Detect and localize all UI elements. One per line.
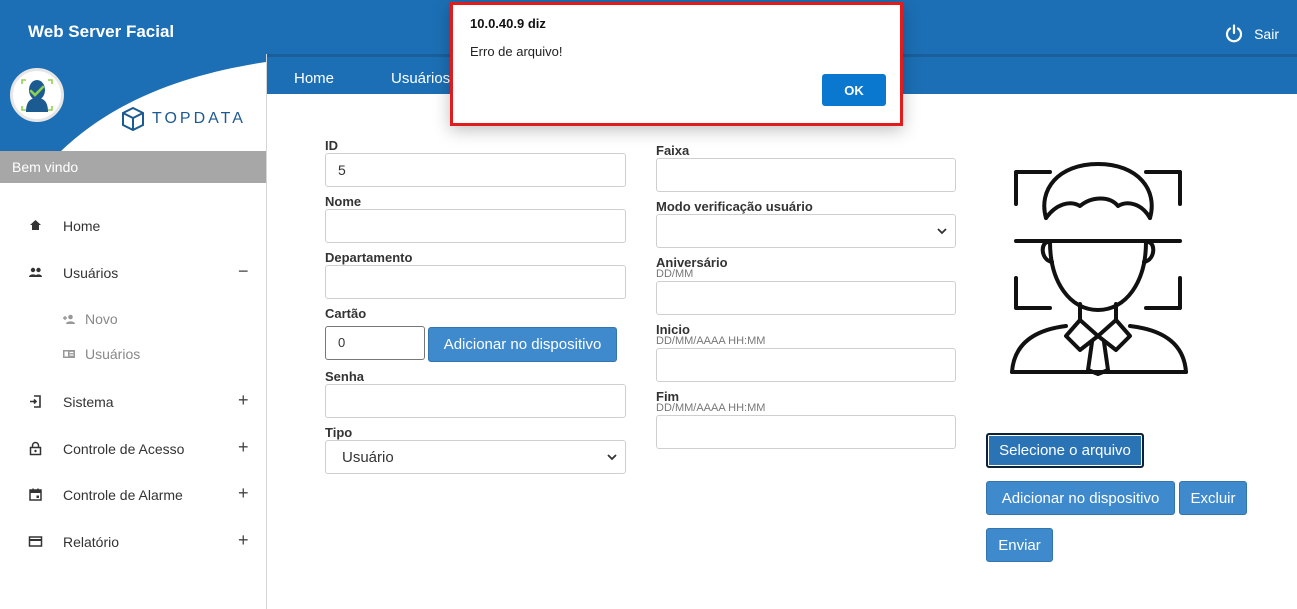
logout-button[interactable]: Sair <box>1224 24 1279 44</box>
departamento-field[interactable] <box>325 265 626 299</box>
brand-name: TOPDATA <box>152 110 246 127</box>
welcome-banner: Bem vindo <box>0 151 266 183</box>
cube-logo-icon <box>122 106 144 132</box>
sidebar-item-label: Home <box>63 218 101 234</box>
expand-icon[interactable]: + <box>238 437 249 458</box>
add-card-to-device-button[interactable]: Adicionar no dispositivo <box>428 327 617 362</box>
dialog-message: Erro de arquivo! <box>470 44 563 59</box>
users-icon <box>29 267 42 277</box>
sidebar-subitem-label: Novo <box>85 311 118 327</box>
sidebar-item-usuarios[interactable]: Usuários − <box>0 258 266 288</box>
expand-icon[interactable]: + <box>238 530 249 551</box>
user-avatar <box>10 68 64 122</box>
sidebar-item-relatorio[interactable]: Relatório + <box>0 527 266 557</box>
tipo-select[interactable]: Usuário <box>325 440 626 474</box>
sidebar-item-label: Sistema <box>63 394 114 410</box>
dialog-title: 10.0.40.9 diz <box>470 16 546 31</box>
tab-home[interactable]: Home <box>294 70 334 87</box>
logout-label: Sair <box>1254 26 1279 42</box>
faixa-label: Faixa <box>656 143 690 158</box>
sidebar-subitem-novo[interactable]: Novo <box>0 306 266 332</box>
sidebar-item-label: Controle de Alarme <box>63 487 183 503</box>
inicio-field[interactable] <box>656 348 956 382</box>
lock-icon <box>29 441 42 456</box>
login-icon <box>30 395 41 408</box>
home-icon <box>30 220 41 230</box>
sidebar-item-controle-acesso[interactable]: Controle de Acesso + <box>0 434 266 464</box>
tab-usuarios[interactable]: Usuários <box>391 70 450 87</box>
sidebar-subitem-label: Usuários <box>85 346 141 362</box>
sidebar-item-label: Relatório <box>63 534 120 550</box>
select-file-button[interactable]: Selecione o arquivo <box>986 433 1144 468</box>
expand-icon[interactable]: + <box>238 390 249 411</box>
aniversario-field[interactable] <box>656 281 956 315</box>
face-scan-icon <box>21 79 53 112</box>
chevron-down-icon <box>607 454 617 461</box>
inicio-hint: DD/MM/AAAA HH:MM <box>656 335 766 347</box>
tipo-selected-value: Usuário <box>342 449 394 466</box>
id-card-icon <box>63 350 75 358</box>
send-button[interactable]: Enviar <box>986 528 1053 562</box>
topdata-logo: TOPDATA <box>120 106 246 132</box>
modo-verificacao-select[interactable] <box>656 214 956 248</box>
alert-dialog: 10.0.40.9 diz Erro de arquivo! OK <box>450 2 903 126</box>
card-icon <box>28 536 43 547</box>
senha-field[interactable] <box>325 384 626 418</box>
app-title: Web Server Facial <box>28 22 175 41</box>
aniversario-hint: DD/MM <box>656 268 694 280</box>
delete-photo-button[interactable]: Excluir <box>1179 481 1247 515</box>
id-field[interactable]: 5 <box>325 153 626 187</box>
cartao-label: Cartão <box>325 306 367 321</box>
sidebar-item-home[interactable]: Home <box>0 211 266 241</box>
nome-field[interactable] <box>325 209 626 243</box>
sidebar-brand: TOPDATA <box>0 54 266 152</box>
add-photo-to-device-button[interactable]: Adicionar no dispositivo <box>986 481 1175 515</box>
collapse-icon[interactable]: − <box>238 261 249 282</box>
fim-hint: DD/MM/AAAA HH:MM <box>656 402 766 414</box>
chevron-down-icon <box>937 228 947 235</box>
sidebar-item-sistema[interactable]: Sistema + <box>0 387 266 417</box>
sidebar-item-controle-alarme[interactable]: Controle de Alarme + <box>0 480 266 510</box>
sidebar-subitem-usuarios[interactable]: Usuários <box>0 341 266 367</box>
expand-icon[interactable]: + <box>238 483 249 504</box>
power-icon <box>1226 24 1243 43</box>
modo-verificacao-label: Modo verificação usuário <box>656 199 813 214</box>
add-user-icon <box>63 314 75 324</box>
cartao-field[interactable]: 0 <box>325 326 425 360</box>
sidebar-item-label: Controle de Acesso <box>63 441 185 457</box>
sidebar: TOPDATA Bem vindo Home Usuários − Novo U… <box>0 54 267 609</box>
faixa-field[interactable] <box>656 158 956 192</box>
senha-label: Senha <box>325 369 365 384</box>
dialog-ok-button[interactable]: OK <box>822 74 886 106</box>
tipo-label: Tipo <box>325 425 353 440</box>
fim-field[interactable] <box>656 415 956 449</box>
departamento-label: Departamento <box>325 250 413 265</box>
id-label: ID <box>325 138 338 153</box>
nome-label: Nome <box>325 194 362 209</box>
face-placeholder-icon <box>1010 162 1188 376</box>
sidebar-item-label: Usuários <box>63 265 119 281</box>
calendar-icon <box>29 488 42 501</box>
